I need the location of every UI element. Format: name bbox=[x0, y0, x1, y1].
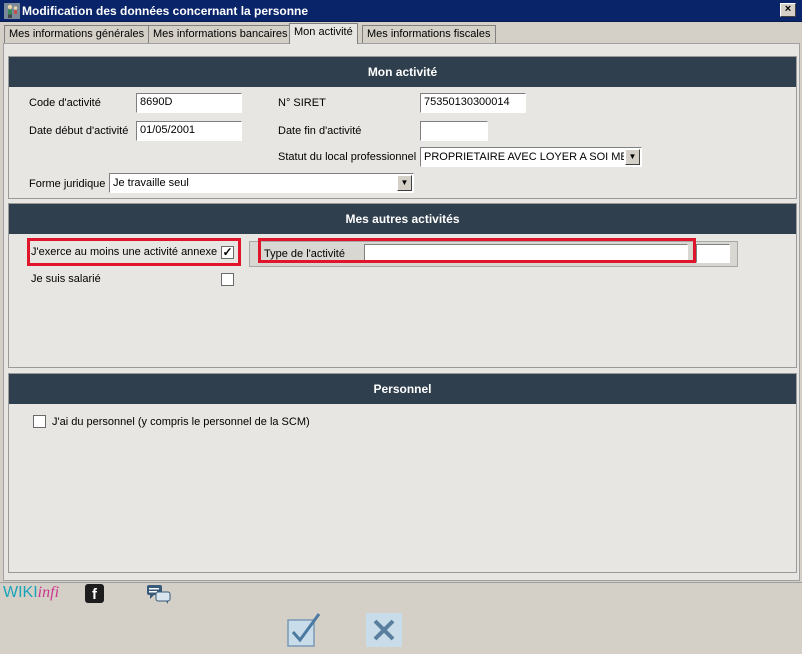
tab-panel: Mon activité Code d'activité 8690D N° SI… bbox=[3, 43, 800, 581]
wiki-logo-part1: WIKI bbox=[3, 584, 38, 601]
date-fin-input[interactable] bbox=[420, 121, 488, 141]
section-header-autres-activites: Mes autres activités bbox=[9, 204, 796, 234]
statut-local-label: Statut du local professionnel bbox=[278, 151, 417, 163]
validate-button[interactable] bbox=[286, 612, 322, 648]
siret-input[interactable]: 75350130300014 bbox=[420, 93, 526, 113]
chevron-down-icon[interactable]: ▼ bbox=[625, 149, 640, 165]
personnel-checkbox[interactable] bbox=[33, 415, 46, 428]
tab-mon-activite[interactable]: Mon activité bbox=[289, 23, 358, 44]
section-header-personnel: Personnel bbox=[9, 374, 796, 404]
window-title: Modification des données concernant la p… bbox=[22, 4, 309, 18]
forme-juridique-value: Je travaille seul bbox=[113, 177, 189, 189]
forme-juridique-label: Forme juridique bbox=[29, 178, 106, 190]
wikiinfi-logo[interactable]: WIKIinfi bbox=[3, 584, 59, 602]
tab-informations-bancaires[interactable]: Mes informations bancaires bbox=[148, 25, 293, 43]
salarie-checkbox[interactable] bbox=[221, 273, 234, 286]
wiki-logo-part2: infi bbox=[37, 584, 60, 601]
date-fin-label: Date fin d'activité bbox=[278, 125, 362, 137]
annexe-label: J'exerce au moins une activité annexe bbox=[31, 246, 218, 258]
footer-divider bbox=[0, 582, 802, 583]
personnel-label: J'ai du personnel (y compris le personne… bbox=[52, 416, 310, 428]
siret-label: N° SIRET bbox=[278, 97, 326, 109]
close-icon: × bbox=[784, 3, 792, 15]
cancel-button[interactable] bbox=[366, 613, 402, 647]
person-icon bbox=[4, 3, 20, 19]
date-debut-label: Date début d'activité bbox=[29, 125, 129, 137]
type-activite-extra-input[interactable] bbox=[696, 244, 730, 263]
facebook-icon[interactable]: f bbox=[85, 584, 104, 603]
chat-icon[interactable] bbox=[146, 584, 172, 604]
forme-juridique-select[interactable]: Je travaille seul ▼ bbox=[109, 173, 414, 193]
chevron-down-icon[interactable]: ▼ bbox=[397, 175, 412, 191]
section-mon-activite: Mon activité Code d'activité 8690D N° SI… bbox=[8, 56, 797, 199]
check-icon: ✓ bbox=[222, 245, 233, 259]
tab-informations-generales[interactable]: Mes informations générales bbox=[4, 25, 150, 43]
salarie-label: Je suis salarié bbox=[31, 273, 101, 285]
section-autres-activites: Mes autres activités J'exerce au moins u… bbox=[8, 203, 797, 368]
close-button[interactable]: × bbox=[780, 3, 796, 17]
statut-local-select[interactable]: PROPRIETAIRE AVEC LOYER A SOI MEME ▼ bbox=[420, 147, 642, 167]
section-header-mon-activite: Mon activité bbox=[9, 57, 796, 87]
annexe-checkbox[interactable]: ✓ bbox=[221, 246, 234, 259]
date-debut-input[interactable]: 01/05/2001 bbox=[136, 121, 242, 141]
type-activite-highlight bbox=[258, 238, 696, 263]
code-activite-label: Code d'activité bbox=[29, 97, 101, 109]
statut-local-value: PROPRIETAIRE AVEC LOYER A SOI MEME bbox=[424, 151, 624, 163]
tab-informations-fiscales[interactable]: Mes informations fiscales bbox=[362, 25, 496, 43]
code-activite-input[interactable]: 8690D bbox=[136, 93, 242, 113]
section-personnel: Personnel J'ai du personnel (y compris l… bbox=[8, 373, 797, 573]
title-bar: Modification des données concernant la p… bbox=[0, 0, 802, 22]
